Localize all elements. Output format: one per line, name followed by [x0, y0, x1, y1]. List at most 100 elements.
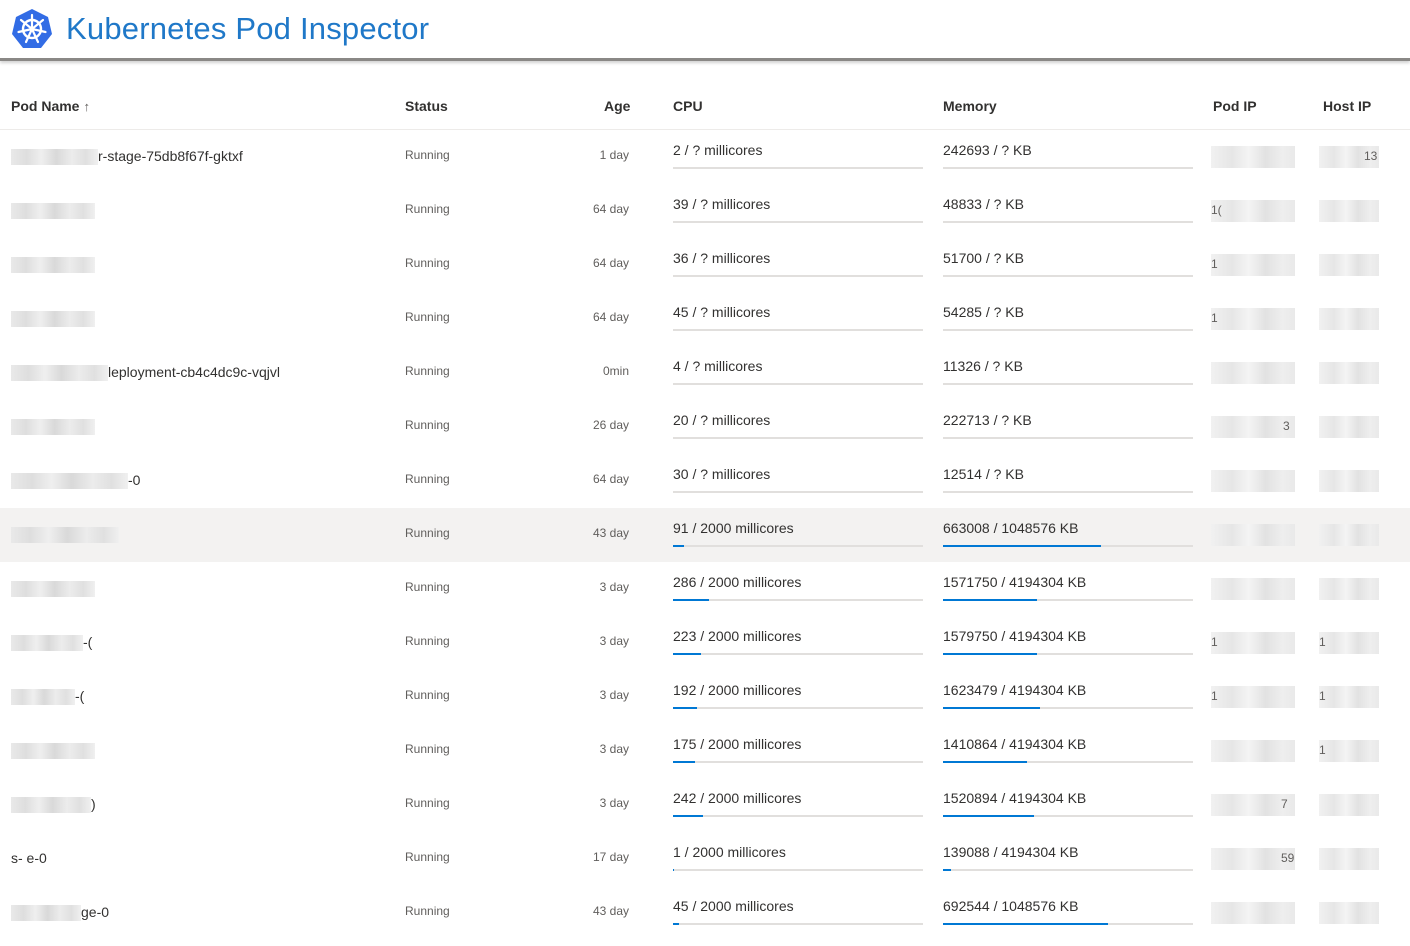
pod-ip-cell	[1211, 470, 1295, 492]
pod-name-cell[interactable]	[11, 418, 391, 436]
redacted-text	[1319, 308, 1379, 330]
redacted-text	[11, 743, 95, 760]
pod-ip-cell: 1(	[1211, 200, 1295, 222]
redacted-text	[1319, 740, 1379, 762]
pod-name-cell[interactable]: )	[11, 796, 391, 814]
cpu-usage-label: 39 / ? millicores	[673, 196, 771, 212]
cpu-usage-label: 36 / ? millicores	[673, 250, 771, 266]
pod-name-cell[interactable]: r-stage-75db8f67f-gktxf	[11, 148, 391, 166]
column-header-cpu[interactable]: CPU	[673, 98, 703, 114]
redacted-text	[11, 257, 95, 274]
table-row[interactable]: Running 3 day 175 / 2000 millicores 1410864…	[0, 724, 1410, 778]
redacted-text	[1319, 524, 1379, 546]
memory-usage-label: 1579750 / 4194304 KB	[943, 628, 1087, 644]
cpu-usage-bar	[673, 599, 923, 601]
table-row[interactable]: ge-0 Running 43 day 45 / 2000 millicores 692…	[0, 886, 1410, 940]
redacted-text	[1211, 740, 1295, 762]
memory-usage-label: 1623479 / 4194304 KB	[943, 682, 1087, 698]
pod-name-cell[interactable]	[11, 202, 391, 220]
cpu-usage-bar-fill	[673, 545, 685, 547]
table-row[interactable]: -0 Running 64 day 30 / ? millicores 12514 / …	[0, 454, 1410, 508]
table-row[interactable]: r-stage-75db8f67f-gktxf Running 1 day 2 / ?…	[0, 130, 1410, 184]
column-header-status[interactable]: Status	[405, 98, 448, 114]
table-row[interactable]: Running 26 day 20 / ? millicores 222713 / ?…	[0, 400, 1410, 454]
memory-usage-cell: 222713 / ? KB	[943, 412, 1193, 442]
pod-name-cell[interactable]	[11, 580, 391, 598]
cpu-usage-bar-fill	[673, 815, 704, 817]
pod-name-cell[interactable]	[11, 310, 391, 328]
cpu-usage-cell: 45 / ? millicores	[673, 304, 923, 334]
pod-ip-cell: 3	[1211, 416, 1295, 438]
pod-status: Running	[405, 904, 450, 918]
host-ip-cell	[1319, 308, 1379, 330]
pod-ip-fragment: 7	[1281, 797, 1288, 811]
pod-ip-cell: 1	[1211, 632, 1295, 654]
redacted-text	[11, 365, 108, 382]
cpu-usage-bar	[673, 653, 923, 655]
pod-name-cell[interactable]: -(	[11, 634, 391, 652]
cpu-usage-cell: 2 / ? millicores	[673, 142, 923, 172]
memory-usage-bar	[943, 167, 1193, 169]
cpu-usage-cell: 4 / ? millicores	[673, 358, 923, 388]
redacted-text	[1211, 578, 1295, 600]
table-row[interactable]: Running 43 day 91 / 2000 millicores 663008 …	[0, 508, 1410, 562]
cpu-usage-label: 223 / 2000 millicores	[673, 628, 802, 644]
pod-ip-cell: 1	[1211, 686, 1295, 708]
pod-name-cell[interactable]	[11, 256, 391, 274]
pod-name-cell[interactable]: s- e-0	[11, 850, 391, 866]
pod-ip-cell	[1211, 362, 1295, 384]
pod-status: Running	[405, 634, 450, 648]
redacted-text	[1319, 362, 1379, 384]
redacted-text	[11, 311, 95, 328]
cpu-usage-label: 30 / ? millicores	[673, 466, 771, 482]
memory-usage-bar-fill	[943, 545, 1101, 547]
memory-usage-bar-fill	[943, 653, 1038, 655]
redacted-text	[11, 419, 95, 436]
table-row[interactable]: Running 64 day 36 / ? millicores 51700 / ? …	[0, 238, 1410, 292]
table-row[interactable]: leployment-cb4c4dc9c-vqjvl Running 0min 4 /…	[0, 346, 1410, 400]
host-ip-cell	[1319, 848, 1379, 870]
table-row[interactable]: ) Running 3 day 242 / 2000 millicores 152089…	[0, 778, 1410, 832]
column-header-pod-ip[interactable]: Pod IP	[1213, 98, 1257, 114]
memory-usage-cell: 1579750 / 4194304 KB	[943, 628, 1193, 658]
pod-name-cell[interactable]: -(	[11, 688, 391, 706]
memory-usage-bar	[943, 545, 1193, 547]
table-body: r-stage-75db8f67f-gktxf Running 1 day 2 / ?…	[0, 130, 1410, 940]
memory-usage-bar	[943, 599, 1193, 601]
memory-usage-cell: 1623479 / 4194304 KB	[943, 682, 1193, 712]
cpu-usage-cell: 286 / 2000 millicores	[673, 574, 923, 604]
column-header-host-ip[interactable]: Host IP	[1323, 98, 1371, 114]
table-row[interactable]: Running 64 day 39 / ? millicores 48833 / ? …	[0, 184, 1410, 238]
memory-usage-cell: 139088 / 4194304 KB	[943, 844, 1193, 874]
memory-usage-cell: 48833 / ? KB	[943, 196, 1193, 226]
pod-name-cell[interactable]: leployment-cb4c4dc9c-vqjvl	[11, 364, 391, 382]
column-header-memory[interactable]: Memory	[943, 98, 997, 114]
table-row[interactable]: s- e-0 Running 17 day 1 / 2000 millicores 13…	[0, 832, 1410, 886]
pod-ip-fragment: 1	[1211, 311, 1218, 325]
pod-status: Running	[405, 850, 450, 864]
redacted-text	[1211, 200, 1295, 222]
redacted-text	[1319, 470, 1379, 492]
cpu-usage-label: 2 / ? millicores	[673, 142, 763, 158]
cpu-usage-bar-fill	[673, 653, 701, 655]
memory-usage-cell: 242693 / ? KB	[943, 142, 1193, 172]
pod-age: 26 day	[592, 418, 629, 432]
column-header-pod-name[interactable]: Pod Name ↑	[11, 98, 90, 114]
pod-name-cell[interactable]	[11, 526, 391, 544]
redacted-text	[1211, 902, 1295, 924]
pod-age: 3 day	[599, 634, 629, 648]
pod-name-cell[interactable]: -0	[11, 472, 391, 490]
cpu-usage-bar	[673, 167, 923, 169]
pod-status: Running	[405, 742, 450, 756]
pod-name-cell[interactable]	[11, 742, 391, 760]
column-header-age[interactable]: Age	[604, 98, 630, 114]
redacted-text	[1211, 524, 1295, 546]
pod-name-cell[interactable]: ge-0	[11, 904, 391, 922]
memory-usage-label: 222713 / ? KB	[943, 412, 1032, 428]
table-row[interactable]: -( Running 3 day 223 / 2000 millicores 15797…	[0, 616, 1410, 670]
table-row[interactable]: -(Running 3 day 192 / 2000 millicores 16234…	[0, 670, 1410, 724]
memory-usage-bar-fill	[943, 599, 1037, 601]
host-ip-cell	[1319, 794, 1379, 816]
table-row[interactable]: Running 3 day 286 / 2000 millicores 1571750…	[0, 562, 1410, 616]
table-row[interactable]: Running 64 day 45 / ? millicores 54285 / ? …	[0, 292, 1410, 346]
